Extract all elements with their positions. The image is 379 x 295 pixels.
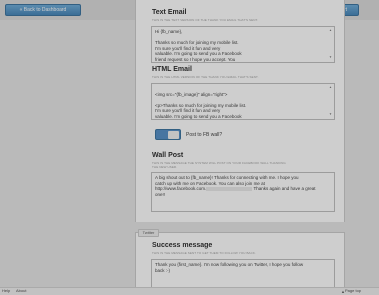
footer-bar xyxy=(0,287,379,295)
success-message-line: back :-) xyxy=(155,267,171,273)
wall-post-title: Wall Post xyxy=(152,152,184,159)
text-email-scrollbar[interactable]: ▲ ▼ xyxy=(329,28,333,61)
back-to-dashboard-button[interactable]: « Back to Dashboard xyxy=(5,4,81,16)
scroll-up-icon[interactable]: ▲ xyxy=(329,85,332,91)
scroll-down-icon[interactable]: ▼ xyxy=(329,55,332,61)
wall-post-line-tail: Thanks again and have a great xyxy=(253,186,316,192)
wall-post-description-2: THE NEW USER. xyxy=(152,165,178,169)
success-message-title: Success message xyxy=(152,242,213,249)
post-to-wall-label: Post to FB wall? xyxy=(186,132,223,138)
post-to-wall-toggle[interactable] xyxy=(155,129,181,140)
tab-twitter[interactable]: Twitter xyxy=(138,229,159,237)
wall-post-line: one!! xyxy=(155,191,166,197)
wall-post-textarea[interactable]: A big shout out to {fb_name}! Thanks for… xyxy=(151,172,335,212)
scroll-up-icon[interactable]: ▲ xyxy=(329,28,332,34)
html-email-textarea[interactable]: <img src="{fb_image}" align="right"> <p>… xyxy=(151,83,335,120)
html-email-line: valuable. I'm going to send you a Facebo… xyxy=(155,113,242,119)
wall-post-url: http://www.facebook.com. xyxy=(155,186,207,192)
toggle-knob xyxy=(168,131,179,139)
wall-post-line: http://www.facebook.com. Thanks again an… xyxy=(155,186,331,192)
text-email-description: THIS IS THE TEXT VERSION OF THE THANK YO… xyxy=(152,18,259,22)
text-email-line: friend request so I hope you accept. You xyxy=(155,56,236,62)
page-top-link[interactable]: Page top xyxy=(345,288,361,293)
html-email-description: THIS IS THE HTML VERSION OF THE THANK YO… xyxy=(152,75,259,79)
about-link[interactable]: About xyxy=(16,288,26,293)
success-message-textarea[interactable]: Thank you {first_name}. I'm now followin… xyxy=(151,259,335,289)
html-email-title: HTML Email xyxy=(152,66,192,73)
html-email-scrollbar[interactable]: ▲ ▼ xyxy=(329,85,333,118)
help-link[interactable]: Help xyxy=(2,288,10,293)
scroll-down-icon[interactable]: ▼ xyxy=(329,112,332,118)
success-message-description: THIS IS THE MESSAGE SENT TO GET THEM TO … xyxy=(152,251,256,255)
text-email-title: Text Email xyxy=(152,9,187,16)
redacted-url xyxy=(206,187,253,191)
text-email-textarea[interactable]: Hi {fb_name}, Thanks so much for joining… xyxy=(151,26,335,63)
